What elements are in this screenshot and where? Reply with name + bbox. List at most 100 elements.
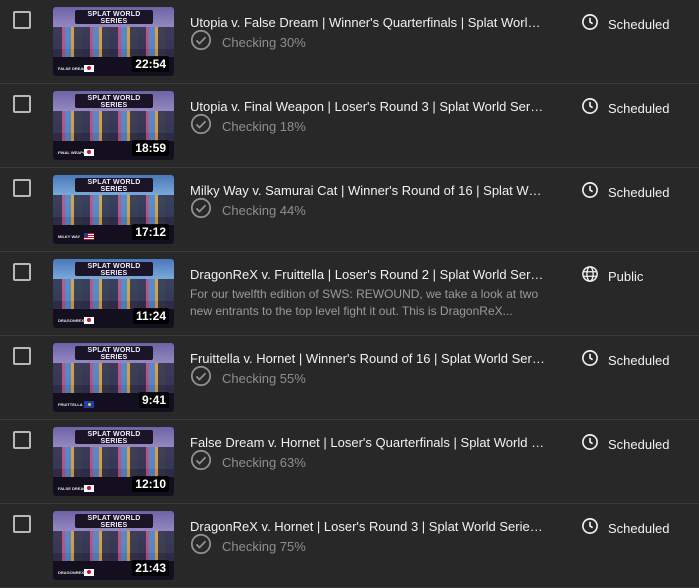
check-circle-icon <box>190 113 212 140</box>
video-row[interactable]: SPLAT WORLD SERIES FALSE DREAM 12:10 Fal… <box>0 420 699 504</box>
flag-icon <box>84 233 94 240</box>
clock-icon <box>581 181 599 204</box>
processing-status: Checking 18% <box>190 113 306 140</box>
video-description: For our twelfth edition of SWS: REWOUND,… <box>190 286 545 320</box>
select-checkbox[interactable] <box>13 179 31 197</box>
video-row[interactable]: SPLAT WORLD SERIES FRUITTELLA 9:41 Fruit… <box>0 336 699 420</box>
check-circle-icon <box>190 365 212 392</box>
select-checkbox[interactable] <box>13 11 31 29</box>
select-checkbox[interactable] <box>13 431 31 449</box>
thumbnail-banner: SPLAT WORLD SERIES <box>75 178 153 193</box>
thumbnail-team-name: FALSE DREAM <box>58 486 87 491</box>
clock-icon <box>581 349 599 372</box>
visibility-label: Scheduled <box>608 185 670 200</box>
thumbnail-players <box>53 363 174 393</box>
thumbnail-team-name: DRAGONREX <box>58 318 85 323</box>
thumbnail-banner-text: SPLAT WORLD SERIES <box>87 11 141 25</box>
video-duration: 18:59 <box>132 140 169 156</box>
flag-icon <box>84 485 94 492</box>
select-checkbox[interactable] <box>13 263 31 281</box>
visibility-status[interactable]: Scheduled <box>581 13 669 36</box>
thumbnail-banner-text: SPLAT WORLD SERIES <box>87 347 141 361</box>
clock-icon <box>581 13 599 36</box>
thumbnail-banner: SPLAT WORLD SERIES <box>75 514 153 529</box>
select-checkbox[interactable] <box>13 95 31 113</box>
select-checkbox[interactable] <box>13 515 31 533</box>
thumbnail-banner-text: SPLAT WORLD SERIES <box>87 263 141 277</box>
check-circle-icon <box>190 533 212 560</box>
status-text: Checking 18% <box>222 118 306 134</box>
video-row[interactable]: SPLAT WORLD SERIES FINAL WEAPON 18:59 Ut… <box>0 84 699 168</box>
visibility-status[interactable]: Scheduled <box>581 97 669 120</box>
video-title[interactable]: False Dream v. Hornet | Loser's Quarterf… <box>190 435 545 450</box>
visibility-status[interactable]: Scheduled <box>581 181 669 204</box>
video-title[interactable]: DragonReX v. Fruittella | Loser's Round … <box>190 267 545 282</box>
thumbnail-team-name: FRUITTELLA <box>58 402 83 407</box>
flag-icon <box>84 317 94 324</box>
status-text: Checking 75% <box>222 538 306 554</box>
processing-status: Checking 55% <box>190 365 306 392</box>
thumbnail-players <box>53 111 174 141</box>
visibility-label: Scheduled <box>608 437 670 452</box>
visibility-label: Scheduled <box>608 521 670 536</box>
thumbnail-banner-text: SPLAT WORLD SERIES <box>87 431 141 445</box>
thumbnail-banner-text: SPLAT WORLD SERIES <box>87 179 141 193</box>
visibility-label: Scheduled <box>608 101 670 116</box>
thumbnail-players <box>53 195 174 225</box>
status-text: Checking 63% <box>222 454 306 470</box>
clock-icon <box>581 517 599 540</box>
visibility-status[interactable]: Scheduled <box>581 433 669 456</box>
flag-icon <box>84 401 94 408</box>
visibility-label: Scheduled <box>608 353 670 368</box>
video-thumbnail[interactable]: SPLAT WORLD SERIES FALSE DREAM 22:54 <box>53 7 174 76</box>
select-checkbox[interactable] <box>13 347 31 365</box>
check-circle-icon <box>190 29 212 56</box>
thumbnail-banner: SPLAT WORLD SERIES <box>75 262 153 277</box>
video-row[interactable]: SPLAT WORLD SERIES DRAGONREX 11:24 Drago… <box>0 252 699 336</box>
status-text: Checking 55% <box>222 370 306 386</box>
video-title[interactable]: Fruittella v. Hornet | Winner's Round of… <box>190 351 545 366</box>
video-duration: 12:10 <box>132 476 169 492</box>
video-row[interactable]: SPLAT WORLD SERIES MILKY WAY 17:12 Milky… <box>0 168 699 252</box>
video-duration: 21:43 <box>132 560 169 576</box>
video-title[interactable]: Utopia v. Final Weapon | Loser's Round 3… <box>190 99 545 114</box>
video-thumbnail[interactable]: SPLAT WORLD SERIES DRAGONREX 11:24 <box>53 259 174 328</box>
video-thumbnail[interactable]: SPLAT WORLD SERIES FALSE DREAM 12:10 <box>53 427 174 496</box>
thumbnail-banner: SPLAT WORLD SERIES <box>75 346 153 361</box>
video-duration: 9:41 <box>138 392 169 408</box>
video-title[interactable]: DragonReX v. Hornet | Loser's Round 3 | … <box>190 519 545 534</box>
thumbnail-players <box>53 531 174 561</box>
video-row[interactable]: SPLAT WORLD SERIES DRAGONREX 21:43 Drago… <box>0 504 699 588</box>
processing-status: Checking 75% <box>190 533 306 560</box>
processing-status: Checking 44% <box>190 197 306 221</box>
visibility-label: Public <box>608 269 644 284</box>
video-thumbnail[interactable]: SPLAT WORLD SERIES FINAL WEAPON 18:59 <box>53 91 174 160</box>
flag-icon <box>84 149 94 156</box>
thumbnail-players <box>53 447 174 477</box>
globe-icon <box>581 265 599 288</box>
processing-status: Checking 63% <box>190 449 306 476</box>
thumbnail-players <box>53 27 174 57</box>
processing-status: Checking 30% <box>190 29 306 56</box>
flag-icon <box>84 569 94 576</box>
video-duration: 17:12 <box>132 224 169 240</box>
visibility-status[interactable]: Public <box>581 265 643 288</box>
visibility-status[interactable]: Scheduled <box>581 517 669 540</box>
thumbnail-team-name: MILKY WAY <box>58 234 81 239</box>
thumbnail-team-name: DRAGONREX <box>58 570 85 575</box>
video-thumbnail[interactable]: SPLAT WORLD SERIES MILKY WAY 17:12 <box>53 175 174 244</box>
clock-icon <box>581 433 599 456</box>
video-title[interactable]: Milky Way v. Samurai Cat | Winner's Roun… <box>190 183 545 198</box>
status-text: Checking 44% <box>222 202 306 218</box>
clock-icon <box>581 97 599 120</box>
video-title[interactable]: Utopia v. False Dream | Winner's Quarter… <box>190 15 545 30</box>
thumbnail-banner: SPLAT WORLD SERIES <box>75 94 153 109</box>
visibility-status[interactable]: Scheduled <box>581 349 669 372</box>
check-circle-icon <box>190 449 212 476</box>
thumbnail-banner: SPLAT WORLD SERIES <box>75 430 153 445</box>
video-thumbnail[interactable]: SPLAT WORLD SERIES DRAGONREX 21:43 <box>53 511 174 580</box>
video-duration: 22:54 <box>132 56 169 72</box>
thumbnail-banner: SPLAT WORLD SERIES <box>75 10 153 25</box>
video-row[interactable]: SPLAT WORLD SERIES FALSE DREAM 22:54 Uto… <box>0 0 699 84</box>
video-thumbnail[interactable]: SPLAT WORLD SERIES FRUITTELLA 9:41 <box>53 343 174 412</box>
